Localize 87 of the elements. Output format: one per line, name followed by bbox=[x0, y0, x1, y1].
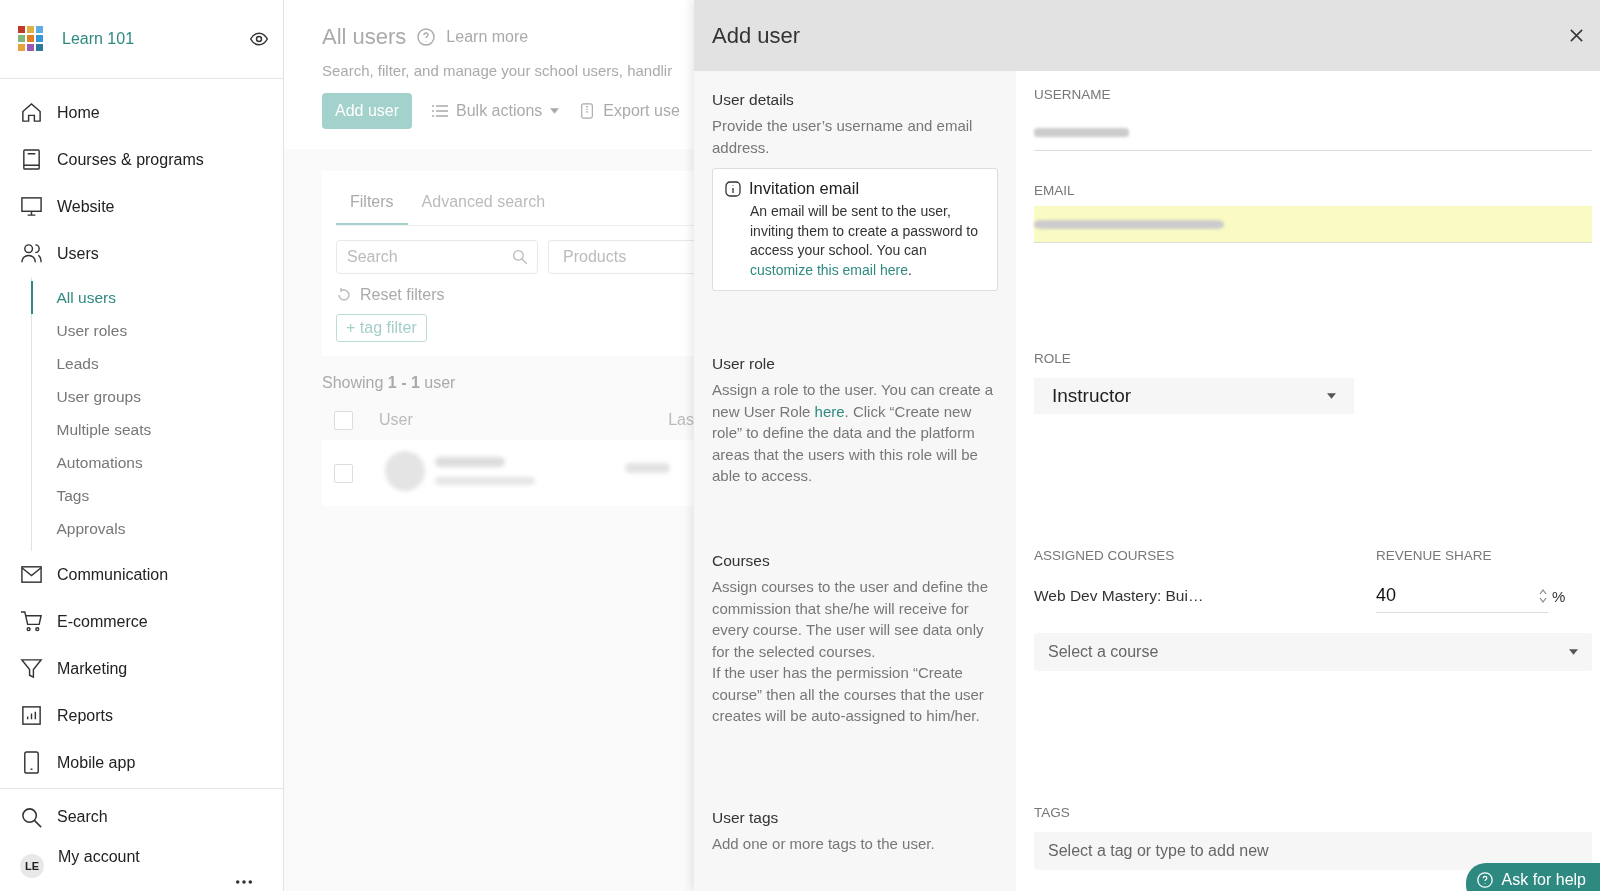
nav-subitem[interactable]: User groups bbox=[30, 380, 283, 413]
nav-subitem[interactable]: Automations bbox=[30, 446, 283, 479]
nav-item[interactable]: LE My account bbox=[0, 837, 283, 877]
nav-item[interactable]: Marketing bbox=[0, 645, 283, 692]
panel-title: Add user bbox=[712, 22, 801, 49]
nav-item[interactable]: Search bbox=[0, 797, 283, 837]
tags-dropdown[interactable]: Select a tag or type to add new bbox=[1034, 832, 1592, 870]
results-count: Showing 1 - 1 user bbox=[322, 374, 457, 392]
grid-logo-icon bbox=[18, 26, 44, 52]
table-row[interactable] bbox=[322, 440, 694, 506]
brand-name[interactable]: Learn 101 bbox=[62, 30, 249, 48]
page-subtitle: Search, filter, and manage your school users, handlir bbox=[322, 62, 674, 79]
role-dropdown[interactable]: Instructor bbox=[1034, 378, 1354, 414]
nav-subitem[interactable]: Tags bbox=[30, 479, 283, 512]
section-description: Provide the user’s username and email address. bbox=[712, 116, 974, 158]
nav-item[interactable]: Communication bbox=[0, 551, 283, 598]
field-label: EMAIL bbox=[1034, 183, 1076, 198]
section-description: Add one or more tags to the user. bbox=[712, 834, 936, 854]
caret-icon bbox=[1327, 393, 1336, 399]
nav-item[interactable]: Home bbox=[0, 89, 283, 136]
nav-item[interactable]: Courses & programs bbox=[0, 136, 283, 183]
nav-subitem[interactable]: User roles bbox=[30, 314, 283, 347]
section-title: User role bbox=[712, 355, 776, 373]
export-button[interactable]: Export use bbox=[579, 102, 680, 120]
book-icon bbox=[20, 148, 43, 171]
nav-subitem[interactable]: Multiple seats bbox=[30, 413, 283, 446]
field-label: ROLE bbox=[1034, 351, 1072, 366]
chart-icon bbox=[20, 704, 43, 727]
section-description: Assign a role to the user. You can create a new User Role here. Click “Create new role” to define the data and the platform areas that the users with this role will be able to access. bbox=[712, 380, 995, 486]
caret-icon bbox=[550, 108, 560, 114]
checkbox[interactable] bbox=[334, 410, 353, 430]
course-name: Web Dev Mastery: Bui… bbox=[1034, 587, 1205, 605]
search-field[interactable]: Search bbox=[336, 240, 538, 274]
column-header: User bbox=[379, 411, 414, 429]
field-label: REVENUE SHARE bbox=[1376, 548, 1492, 563]
nav-item[interactable]: Reports bbox=[0, 692, 283, 739]
mail-icon bbox=[20, 563, 43, 586]
section-title: User tags bbox=[712, 809, 780, 827]
eye-icon[interactable] bbox=[249, 29, 269, 49]
file-icon bbox=[579, 103, 596, 119]
field-label: TAGS bbox=[1034, 805, 1071, 820]
bulk-actions-button[interactable]: Bulk actions bbox=[432, 102, 560, 120]
input-field[interactable] bbox=[1034, 206, 1592, 243]
nav-subitem[interactable]: Approvals bbox=[30, 512, 283, 545]
unit-label: % bbox=[1552, 587, 1566, 605]
nav-item[interactable]: Users bbox=[0, 230, 283, 277]
monitor-icon bbox=[20, 195, 43, 218]
section-description: Assign courses to the user and define the commission that she/he will receive for every course. The user will see data only for the selected courses. bbox=[712, 577, 989, 662]
info-icon bbox=[725, 180, 741, 197]
column-header: Las bbox=[668, 411, 694, 429]
reset-filters-link[interactable]: Reset filters bbox=[360, 286, 445, 304]
ask-for-help-toast[interactable]: Ask for help bbox=[1465, 863, 1600, 891]
caret-icon bbox=[1569, 649, 1578, 655]
more-icon[interactable] bbox=[235, 879, 253, 885]
checkbox[interactable] bbox=[334, 463, 353, 483]
section-title: Courses bbox=[712, 552, 771, 570]
search-icon bbox=[512, 249, 528, 265]
field-label: USERNAME bbox=[1034, 87, 1112, 102]
search-icon bbox=[20, 805, 43, 829]
section-title: User details bbox=[712, 91, 795, 109]
blurred-value-icon bbox=[1034, 127, 1129, 137]
customize-email-link[interactable]: customize this email here bbox=[750, 261, 908, 278]
reset-icon bbox=[336, 287, 352, 303]
cart-icon bbox=[20, 610, 43, 633]
course-dropdown[interactable]: Select a course bbox=[1034, 633, 1592, 671]
nav-subitem[interactable]: Leads bbox=[30, 347, 283, 380]
help-icon bbox=[1475, 871, 1494, 889]
field-label: ASSIGNED COURSES bbox=[1034, 548, 1176, 563]
learn-more-link[interactable]: Learn more bbox=[446, 28, 529, 46]
info-title: Invitation email bbox=[749, 179, 860, 198]
help-icon[interactable] bbox=[416, 27, 437, 47]
home-icon bbox=[20, 101, 43, 124]
users-icon bbox=[20, 242, 43, 265]
close-icon[interactable] bbox=[1569, 28, 1584, 43]
revenue-share-field[interactable]: 40 bbox=[1376, 579, 1548, 613]
nav-item[interactable]: Website bbox=[0, 183, 283, 230]
products-field[interactable]: Products bbox=[548, 240, 694, 274]
avatar-initials: LE bbox=[20, 854, 44, 878]
nav-item[interactable]: E-commerce bbox=[0, 598, 283, 645]
info-text: An email will be sent to the user, inviting them to create a password to access your school. You can customize this email here. bbox=[749, 202, 979, 280]
list-icon bbox=[432, 103, 449, 119]
blurred-value-icon bbox=[1034, 219, 1224, 229]
here-link[interactable]: here bbox=[814, 402, 845, 420]
nav-item[interactable]: Mobile app bbox=[0, 739, 283, 786]
page-title: All users bbox=[322, 24, 407, 50]
section-description: If the user has the permission “Create course” then all the courses that the user creates will be auto-assigned to him/her. bbox=[712, 663, 985, 726]
funnel-icon bbox=[20, 657, 43, 680]
